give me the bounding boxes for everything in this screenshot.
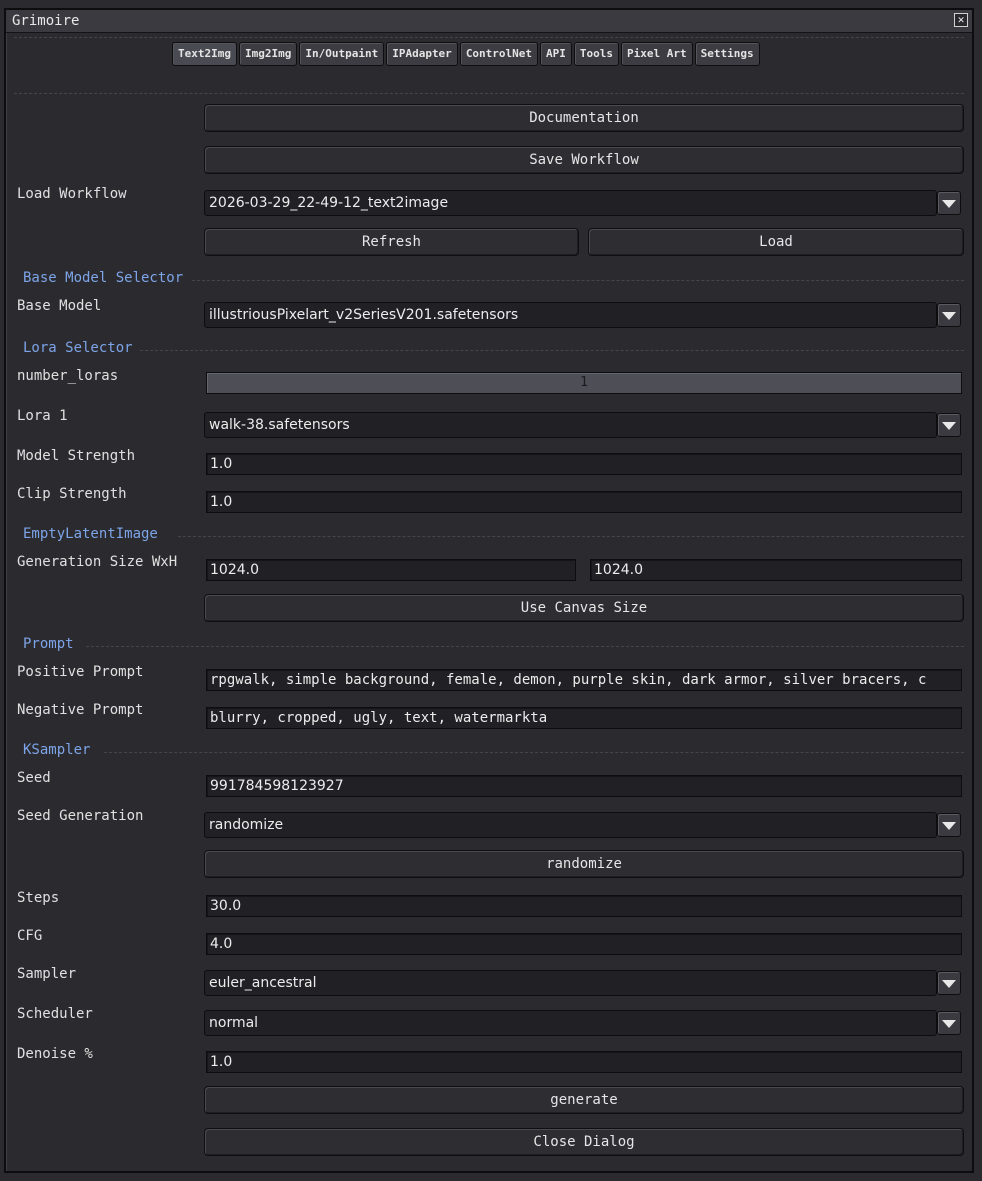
load-workflow-label: Load Workflow — [17, 186, 127, 202]
clip-strength-label: Clip Strength — [17, 486, 127, 502]
tab-text2img[interactable]: Text2Img — [172, 42, 237, 66]
refresh-button[interactable]: Refresh — [204, 228, 579, 256]
section-prompt: Prompt — [23, 636, 74, 652]
generate-button[interactable]: generate — [204, 1086, 964, 1114]
close-icon[interactable]: ✕ — [954, 13, 968, 27]
steps-input[interactable]: 30.0 — [206, 895, 962, 917]
scheduler-label: Scheduler — [17, 1006, 93, 1022]
section-empty-latent: EmptyLatentImage — [23, 526, 158, 542]
base-model-select[interactable]: illustriousPixelart_v2SeriesV201.safeten… — [204, 302, 937, 328]
section-divider — [140, 350, 964, 351]
tab-divider-top — [14, 37, 964, 38]
section-divider — [86, 646, 964, 647]
seed-input[interactable]: 991784598123927 — [206, 775, 962, 797]
chevron-down-icon[interactable] — [937, 813, 961, 837]
tab-controlnet[interactable]: ControlNet — [459, 42, 539, 66]
scheduler-select[interactable]: normal — [204, 1010, 937, 1036]
model-strength-input[interactable]: 1.0 — [206, 453, 962, 475]
documentation-button[interactable]: Documentation — [204, 104, 964, 132]
denoise-label: Denoise % — [17, 1046, 93, 1062]
sampler-select[interactable]: euler_ancestral — [204, 970, 937, 996]
generation-size-label: Generation Size WxH — [17, 554, 178, 570]
tab-img2img[interactable]: Img2Img — [238, 42, 298, 66]
seed-label: Seed — [17, 770, 51, 786]
section-divider — [104, 752, 964, 753]
section-lora: Lora Selector — [23, 340, 133, 356]
section-divider — [178, 536, 964, 537]
tab-bar: Text2Img Img2Img In/Outpaint IPAdapter C… — [172, 42, 760, 68]
tab-settings[interactable]: Settings — [694, 42, 760, 66]
seed-generation-label: Seed Generation — [17, 808, 144, 824]
tab-pixel-art[interactable]: Pixel Art — [621, 42, 693, 66]
cfg-input[interactable]: 4.0 — [206, 933, 962, 955]
width-input[interactable]: 1024.0 — [206, 559, 576, 581]
chevron-down-icon[interactable] — [937, 413, 961, 437]
steps-label: Steps — [17, 890, 60, 906]
window-title: Grimoire — [12, 13, 80, 29]
section-base-model: Base Model Selector — [23, 270, 184, 286]
seed-generation-select[interactable]: randomize — [204, 812, 937, 838]
chevron-down-icon[interactable] — [937, 1011, 961, 1035]
title-bar[interactable]: Grimoire ✕ — [6, 10, 972, 33]
negative-prompt-label: Negative Prompt — [17, 702, 144, 718]
cfg-label: CFG — [17, 928, 43, 944]
model-strength-label: Model Strength — [17, 448, 136, 464]
positive-prompt-input[interactable]: rpgwalk, simple background, female, demo… — [206, 669, 962, 691]
section-ksampler: KSampler — [23, 742, 91, 758]
positive-prompt-label: Positive Prompt — [17, 664, 144, 680]
clip-strength-input[interactable]: 1.0 — [206, 491, 962, 513]
denoise-input[interactable]: 1.0 — [206, 1051, 962, 1073]
tab-ipadapter[interactable]: IPAdapter — [386, 42, 458, 66]
lora1-label: Lora 1 — [17, 408, 68, 424]
base-model-label: Base Model — [17, 298, 102, 314]
number-loras-slider[interactable]: 1 — [206, 372, 962, 394]
tab-api[interactable]: API — [540, 42, 572, 66]
load-button[interactable]: Load — [588, 228, 964, 256]
chevron-down-icon[interactable] — [937, 303, 961, 327]
sampler-label: Sampler — [17, 966, 77, 982]
lora1-select[interactable]: walk-38.safetensors — [204, 412, 937, 438]
height-input[interactable]: 1024.0 — [590, 559, 962, 581]
tab-inoutpaint[interactable]: In/Outpaint — [299, 42, 385, 66]
tab-divider-bottom — [14, 93, 964, 94]
section-divider — [192, 280, 964, 281]
use-canvas-size-button[interactable]: Use Canvas Size — [204, 594, 964, 622]
negative-prompt-input[interactable]: blurry, cropped, ugly, text, watermarkta — [206, 707, 962, 729]
workflow-select[interactable]: 2026-03-29_22-49-12_text2image — [204, 190, 937, 216]
tab-tools[interactable]: Tools — [573, 42, 620, 66]
chevron-down-icon[interactable] — [937, 191, 961, 215]
chevron-down-icon[interactable] — [937, 971, 961, 995]
save-workflow-button[interactable]: Save Workflow — [204, 146, 964, 174]
number-loras-label: number_loras — [17, 368, 119, 384]
close-dialog-button[interactable]: Close Dialog — [204, 1128, 964, 1156]
randomize-button[interactable]: randomize — [204, 850, 964, 878]
grimoire-dialog: Grimoire ✕ Text2Img Img2Img In/Outpaint … — [4, 8, 974, 1173]
